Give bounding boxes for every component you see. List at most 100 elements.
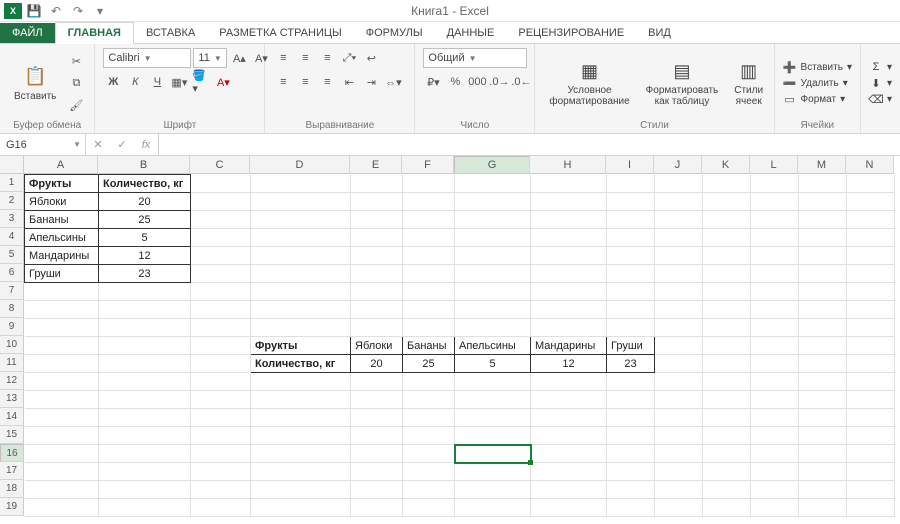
cell-H7[interactable] [531, 283, 607, 301]
row-header-8[interactable]: 8 [0, 300, 24, 318]
increase-indent-button[interactable]: ⇥ [361, 72, 381, 92]
column-header-E[interactable]: E [350, 156, 402, 174]
cell-N5[interactable] [847, 247, 895, 265]
cell-M5[interactable] [799, 247, 847, 265]
cell-L9[interactable] [751, 319, 799, 337]
font-size-select[interactable]: 11▼ [193, 48, 227, 68]
cell-C12[interactable] [191, 373, 251, 391]
cell-A2[interactable]: Яблоки [25, 193, 99, 211]
cell-H6[interactable] [531, 265, 607, 283]
cell-L16[interactable] [751, 445, 799, 463]
cell-B15[interactable] [99, 427, 191, 445]
cell-I14[interactable] [607, 409, 655, 427]
row-header-14[interactable]: 14 [0, 408, 24, 426]
cell-C19[interactable] [191, 499, 251, 517]
cell-H12[interactable] [531, 373, 607, 391]
tab-data[interactable]: ДАННЫЕ [435, 23, 507, 43]
cell-K8[interactable] [703, 301, 751, 319]
cell-J6[interactable] [655, 265, 703, 283]
cell-K2[interactable] [703, 193, 751, 211]
align-middle-button[interactable]: ≡ [295, 48, 315, 68]
cell-B8[interactable] [99, 301, 191, 319]
row-header-5[interactable]: 5 [0, 246, 24, 264]
row-header-17[interactable]: 17 [0, 462, 24, 480]
cell-H11[interactable]: 12 [531, 355, 607, 373]
cell-F17[interactable] [403, 463, 455, 481]
cell-M1[interactable] [799, 175, 847, 193]
align-bottom-button[interactable]: ≡ [317, 48, 337, 68]
format-as-table-button[interactable]: ▤ Форматировать как таблицу [640, 57, 725, 109]
redo-button[interactable]: ↷ [68, 2, 88, 20]
cell-D12[interactable] [251, 373, 351, 391]
cell-C16[interactable] [191, 445, 251, 463]
cell-K7[interactable] [703, 283, 751, 301]
row-header-2[interactable]: 2 [0, 192, 24, 210]
cell-B16[interactable] [99, 445, 191, 463]
cell-D18[interactable] [251, 481, 351, 499]
cell-I3[interactable] [607, 211, 655, 229]
cell-C11[interactable] [191, 355, 251, 373]
cell-C14[interactable] [191, 409, 251, 427]
cell-K14[interactable] [703, 409, 751, 427]
cell-E18[interactable] [351, 481, 403, 499]
cell-styles-button[interactable]: ▥ Стили ячеек [728, 57, 769, 109]
row-header-9[interactable]: 9 [0, 318, 24, 336]
cell-D15[interactable] [251, 427, 351, 445]
tab-view[interactable]: ВИД [636, 23, 683, 43]
cell-M2[interactable] [799, 193, 847, 211]
cell-E7[interactable] [351, 283, 403, 301]
cell-J12[interactable] [655, 373, 703, 391]
cell-J18[interactable] [655, 481, 703, 499]
insert-cells-button[interactable]: ➕Вставить ▾ [783, 60, 852, 74]
column-header-M[interactable]: M [798, 156, 846, 174]
cell-A11[interactable] [25, 355, 99, 373]
cell-K11[interactable] [703, 355, 751, 373]
cell-J15[interactable] [655, 427, 703, 445]
cell-N18[interactable] [847, 481, 895, 499]
cell-L14[interactable] [751, 409, 799, 427]
cell-M16[interactable] [799, 445, 847, 463]
row-header-1[interactable]: 1 [0, 174, 24, 192]
fx-button[interactable]: fx [134, 135, 158, 155]
cell-B1[interactable]: Количество, кг [99, 175, 191, 193]
cell-L17[interactable] [751, 463, 799, 481]
cell-N14[interactable] [847, 409, 895, 427]
cell-D16[interactable] [251, 445, 351, 463]
cell-M17[interactable] [799, 463, 847, 481]
cell-J14[interactable] [655, 409, 703, 427]
cell-B5[interactable]: 12 [99, 247, 191, 265]
cell-K4[interactable] [703, 229, 751, 247]
cell-C3[interactable] [191, 211, 251, 229]
cell-J11[interactable] [655, 355, 703, 373]
cell-M12[interactable] [799, 373, 847, 391]
align-center-button[interactable]: ≡ [295, 72, 315, 92]
row-header-3[interactable]: 3 [0, 210, 24, 228]
cell-G3[interactable] [455, 211, 531, 229]
cell-L11[interactable] [751, 355, 799, 373]
column-header-H[interactable]: H [530, 156, 606, 174]
cell-G6[interactable] [455, 265, 531, 283]
underline-button[interactable]: Ч [147, 72, 167, 92]
cell-A7[interactable] [25, 283, 99, 301]
cell-K5[interactable] [703, 247, 751, 265]
cell-G10[interactable]: Апельсины [455, 337, 531, 355]
cell-F9[interactable] [403, 319, 455, 337]
cell-A17[interactable] [25, 463, 99, 481]
cell-M13[interactable] [799, 391, 847, 409]
cell-D9[interactable] [251, 319, 351, 337]
column-header-J[interactable]: J [654, 156, 702, 174]
conditional-formatting-button[interactable]: ▦ Условное форматирование [543, 57, 635, 109]
cell-M11[interactable] [799, 355, 847, 373]
cell-I16[interactable] [607, 445, 655, 463]
cell-G5[interactable] [455, 247, 531, 265]
cell-C2[interactable] [191, 193, 251, 211]
cell-H9[interactable] [531, 319, 607, 337]
cell-N7[interactable] [847, 283, 895, 301]
cell-L15[interactable] [751, 427, 799, 445]
cell-I5[interactable] [607, 247, 655, 265]
cell-D13[interactable] [251, 391, 351, 409]
formula-input[interactable] [159, 134, 900, 155]
undo-button[interactable]: ↶ [46, 2, 66, 20]
cell-M3[interactable] [799, 211, 847, 229]
cell-A14[interactable] [25, 409, 99, 427]
